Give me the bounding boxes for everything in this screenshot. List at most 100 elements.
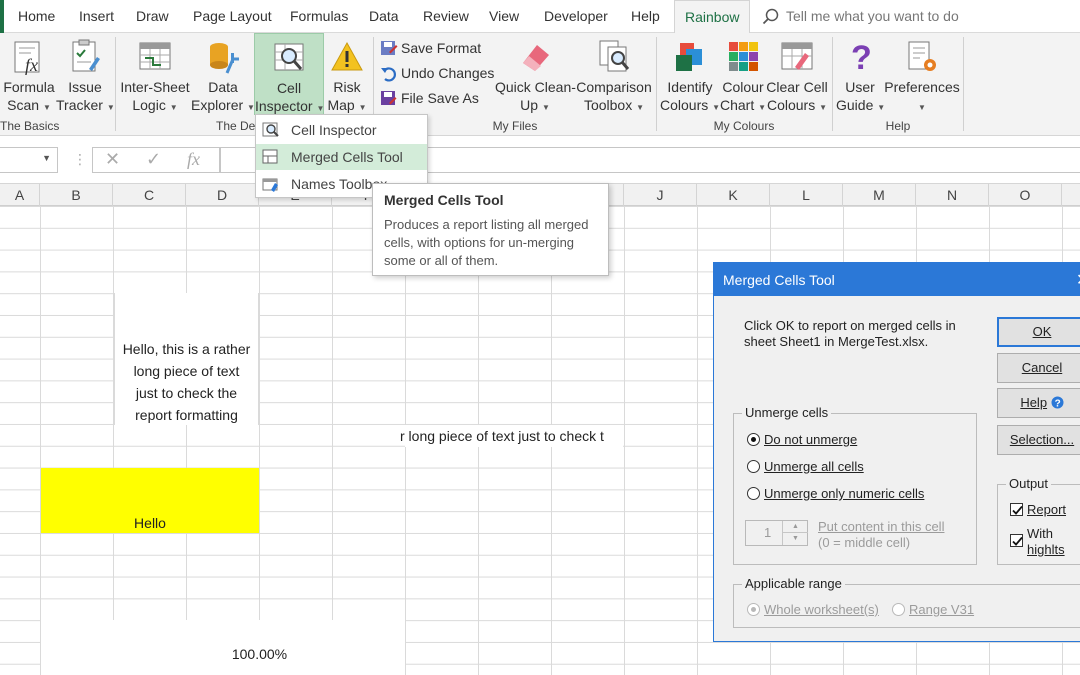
column-header-c[interactable]: C (113, 184, 186, 206)
save-as-icon (381, 91, 397, 105)
tab-rainbow[interactable]: Rainbow (674, 0, 751, 34)
label-do-not-unmerge: Do not unmerge (764, 432, 858, 447)
data-explorer-button[interactable]: Data Explorer ▼ (191, 33, 255, 123)
report-checkbox[interactable] (1010, 503, 1023, 516)
data-explorer-icon (210, 43, 239, 74)
file-save-as-button[interactable]: File Save As (380, 87, 490, 109)
save-format-button[interactable]: Save Format (380, 37, 490, 59)
column-header-b[interactable]: B (40, 184, 113, 206)
menu-item-cell-inspector[interactable]: Cell Inspector (256, 117, 427, 143)
group-separator (832, 37, 833, 131)
tooltip-body: Produces a report listing all merged cel… (384, 217, 589, 268)
column-header-o[interactable]: O (989, 184, 1062, 206)
tab-data[interactable]: Data (369, 0, 399, 33)
preferences-icon (908, 41, 936, 71)
comparison-toolbox-button[interactable]: Comparison Toolbox ▼ (575, 33, 653, 123)
column-header-l[interactable]: L (770, 184, 843, 206)
tab-help[interactable]: Help (631, 0, 660, 33)
tab-developer[interactable]: Developer (544, 0, 608, 33)
with-highlights-label-1: With (1027, 526, 1053, 541)
formula-bar-grip[interactable]: ⋮ (73, 151, 88, 168)
cell-hello: Hello (134, 515, 166, 531)
applicable-range-legend: Applicable range (742, 576, 845, 591)
undo-changes-button[interactable]: Undo Changes (380, 62, 495, 84)
close-icon[interactable]: ✕ (1076, 270, 1080, 290)
spin-down-icon[interactable]: ▼ (782, 533, 808, 545)
spinner-value: 1 (764, 525, 772, 540)
formula-scan-icon: fx (14, 41, 40, 75)
chevron-down-icon: ▼ (42, 103, 51, 112)
preferences-button[interactable]: Preferences ▼ (884, 33, 960, 123)
tab-page-layout[interactable]: Page Layout (193, 0, 272, 33)
chevron-down-icon: ▼ (918, 103, 926, 112)
merged-cells-tooltip: Merged Cells Tool Produces a report list… (372, 183, 609, 276)
tab-review[interactable]: Review (423, 0, 469, 33)
column-header-k[interactable]: K (697, 184, 770, 206)
inter-sheet-label-2: Logic (132, 97, 166, 113)
dialog-title: Merged Cells Tool (723, 272, 835, 288)
risk-map-label-1: Risk (333, 79, 361, 95)
tab-formulas[interactable]: Formulas (290, 0, 348, 33)
quick-cleanup-button[interactable]: Quick Clean- Up ▼ (495, 33, 576, 123)
radio-do-not-unmerge[interactable] (747, 433, 760, 446)
clear-cell-colours-button[interactable]: Clear Cell Colours ▼ (766, 33, 828, 123)
data-explorer-label-1: Data (208, 79, 238, 95)
column-header-a[interactable]: A (0, 184, 40, 206)
help-label: Help (1020, 395, 1048, 410)
column-header-j[interactable]: J (624, 184, 697, 206)
svg-text:?: ? (851, 39, 872, 75)
selection-button[interactable]: Selection... (997, 425, 1080, 455)
output-legend: Output (1006, 476, 1052, 491)
user-guide-label-2: Guide (836, 97, 874, 113)
insert-function-icon[interactable]: fx (187, 149, 200, 170)
cancel-icon[interactable]: ✕ (105, 149, 120, 170)
tab-insert[interactable]: Insert (79, 0, 114, 33)
colour-chart-button[interactable]: Colour Chart ▼ (718, 33, 768, 123)
report-label: Report (1027, 502, 1067, 517)
identify-colours-button[interactable]: Identify Colours ▼ (660, 33, 720, 123)
undo-changes-label: Undo Changes (401, 65, 495, 81)
cancel-button[interactable]: Cancel (997, 353, 1080, 383)
issue-tracker-button[interactable]: Issue Tracker ▼ (56, 33, 115, 123)
file-tab-edge[interactable] (0, 0, 4, 33)
search-icon (762, 8, 779, 25)
help-button[interactable]: Help ? (997, 388, 1080, 418)
name-box[interactable]: ▼ (0, 147, 58, 173)
issue-tracker-icon (72, 39, 100, 72)
cell-percent: 100.00% (231, 646, 288, 662)
dialog-intro-line-2: sheet Sheet1 in MergeTest.xlsx. (744, 334, 929, 349)
column-header-m[interactable]: M (843, 184, 916, 206)
risk-map-label-2: Map (327, 97, 355, 113)
ok-label: OK (1032, 324, 1052, 339)
menu-item-merged-cells-tool[interactable]: Merged Cells Tool (256, 144, 427, 170)
formula-scan-button[interactable]: fx Formula Scan ▼ (0, 33, 58, 123)
column-header-n[interactable]: N (916, 184, 989, 206)
preferences-label: Preferences (884, 79, 960, 95)
issue-tracker-label-2: Tracker (56, 97, 103, 113)
quick-cleanup-label-1: Quick Clean- (495, 79, 576, 95)
column-header-d[interactable]: D (186, 184, 259, 206)
user-guide-button[interactable]: ? User Guide ▼ (836, 33, 885, 123)
cell-inspector-button[interactable]: Cell Inspector ▼ (254, 33, 324, 115)
formula-buttons: ✕ ✓ fx (92, 147, 220, 173)
risk-map-button[interactable]: Risk Map ▼ (324, 33, 370, 123)
tab-home[interactable]: Home (18, 0, 55, 33)
spin-up-icon[interactable]: ▲ (782, 521, 808, 533)
formula-scan-label-2: Scan (7, 97, 40, 113)
ok-button[interactable]: OK (997, 317, 1080, 347)
radio-range[interactable] (892, 603, 905, 616)
with-highlights-checkbox[interactable] (1010, 534, 1023, 547)
radio-unmerge-numeric[interactable] (747, 487, 760, 500)
dialog-title-bar[interactable]: Merged Cells Tool ✕ (714, 263, 1080, 296)
enter-icon[interactable]: ✓ (146, 149, 161, 170)
inter-sheet-logic-button[interactable]: Inter-Sheet Logic ▼ (119, 33, 191, 123)
radio-whole-worksheet[interactable] (747, 603, 760, 616)
content-cell-spinner[interactable]: 1 ▲ ▼ (745, 520, 808, 546)
save-format-icon (381, 41, 398, 55)
tab-draw[interactable]: Draw (136, 0, 169, 33)
cell-inspector-label-1: Cell (276, 80, 302, 96)
chevron-down-icon: ▼ (358, 103, 367, 112)
tab-view[interactable]: View (489, 0, 519, 33)
cell-overflow-text: r long piece of text just to check t (400, 428, 604, 444)
radio-unmerge-all[interactable] (747, 460, 760, 473)
